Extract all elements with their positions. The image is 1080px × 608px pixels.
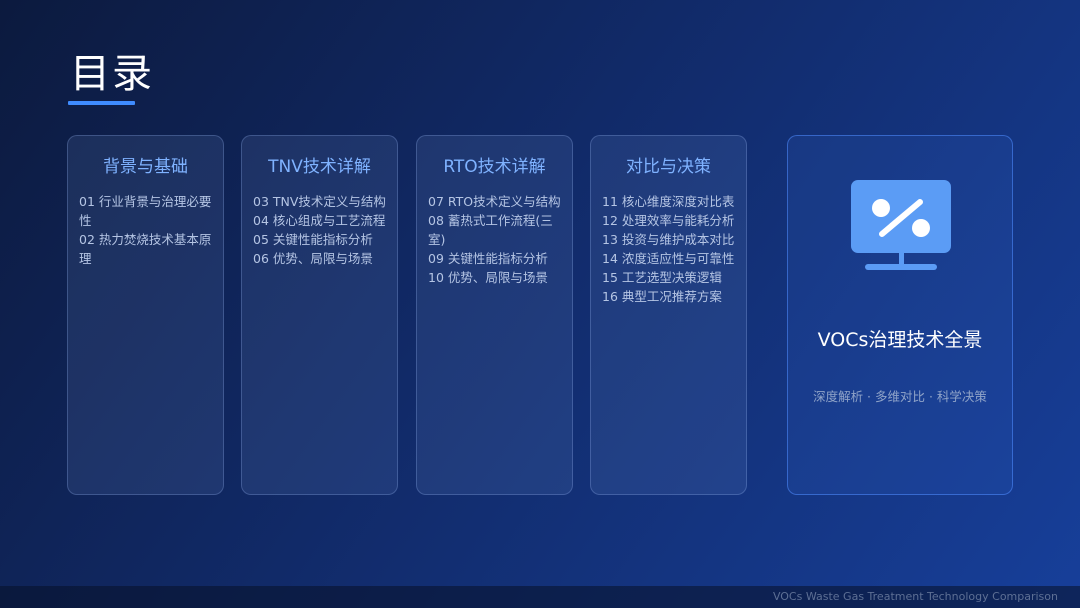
list-item: 04 核心组成与工艺流程 [253,213,386,228]
card-title: TNV技术详解 [268,157,371,177]
footer-bar: VOCs Waste Gas Treatment Technology Comp… [0,586,1080,608]
card-title: 对比与决策 [626,157,711,177]
list-item: 06 优势、局限与场景 [253,251,373,266]
toc-card-comparison[interactable]: 对比与决策 11 核心维度深度对比表 12 处理效率与能耗分析 13 投资与维护… [590,135,747,495]
list-item: 16 典型工况推荐方案 [602,289,722,304]
feature-card: VOCs治理技术全景 深度解析 · 多维对比 · 科学决策 [787,135,1013,495]
list-item: 12 处理效率与能耗分析 [602,213,735,228]
feature-title: VOCs治理技术全景 [817,329,983,351]
toc-card-tnv[interactable]: TNV技术详解 03 TNV技术定义与结构 04 核心组成与工艺流程 05 关键… [241,135,398,495]
list-item: 07 RTO技术定义与结构 [428,194,561,209]
title-underline [68,101,135,105]
list-item: 10 优势、局限与场景 [428,270,548,285]
list-item: 02 热力焚烧技术基本原理 [79,232,212,266]
toc-card-background[interactable]: 背景与基础 01 行业背景与治理必要性 02 热力焚烧技术基本原理 [67,135,224,495]
list-item: 14 浓度适应性与可靠性 [602,251,735,266]
feature-subtitle: 深度解析 · 多维对比 · 科学决策 [813,389,987,404]
toc-card-rto[interactable]: RTO技术详解 07 RTO技术定义与结构 08 蓄热式工作流程(三室) 09 … [416,135,573,495]
card-title: RTO技术详解 [443,157,546,177]
list-item: 15 工艺选型决策逻辑 [602,270,722,285]
page-title: 目录 [70,51,154,97]
list-item: 11 核心维度深度对比表 [602,194,735,209]
list-item: 09 关键性能指标分析 [428,251,548,266]
percent-monitor-icon [851,180,951,270]
footer-text: VOCs Waste Gas Treatment Technology Comp… [772,590,1058,603]
card-title: 背景与基础 [103,157,188,177]
list-item: 13 投资与维护成本对比 [602,232,735,247]
list-item: 08 蓄热式工作流程(三室) [428,213,553,247]
list-item: 01 行业背景与治理必要性 [79,194,212,228]
list-item: 05 关键性能指标分析 [253,232,373,247]
list-item: 03 TNV技术定义与结构 [253,194,386,209]
